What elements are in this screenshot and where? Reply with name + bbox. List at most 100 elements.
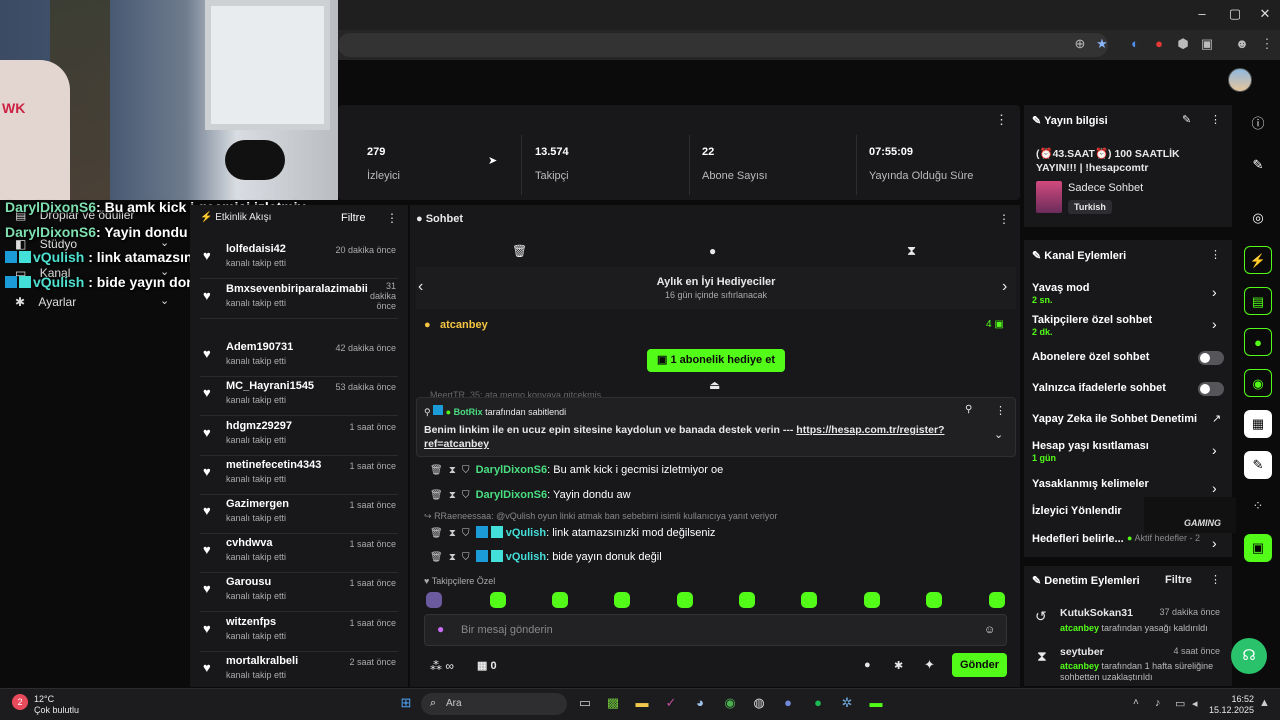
- minecraft-icon[interactable]: ▩: [603, 695, 623, 713]
- bolt-icon[interactable]: ⚡: [1244, 246, 1272, 274]
- info-icon[interactable]: ⓘ: [1244, 110, 1272, 138]
- message-icon[interactable]: ●: [709, 244, 716, 258]
- emote-icon[interactable]: [864, 592, 880, 608]
- channel-action-label[interactable]: Hesap yaşı kısıtlaması: [1032, 440, 1149, 452]
- reply-context[interactable]: ↪ RRaeneessaa: @vQulish oyun linki atmak…: [424, 511, 777, 522]
- more-icon[interactable]: ⋮: [998, 212, 1010, 226]
- follower-name[interactable]: witzenfps: [226, 616, 276, 628]
- clock-time[interactable]: 16:52: [1210, 694, 1254, 704]
- close-window-button[interactable]: ✕: [1253, 6, 1277, 22]
- chat-username[interactable]: vQulish: [506, 551, 546, 563]
- channel-action-label[interactable]: Hedefleri belirle...: [1032, 533, 1124, 545]
- channel-action-label[interactable]: Takipçilere özel sohbet: [1032, 314, 1152, 326]
- app-icon[interactable]: ✓: [661, 695, 681, 713]
- channel-action-label[interactable]: İzleyici Yönlendir: [1032, 505, 1122, 517]
- browser-menu-icon[interactable]: ⋮: [1258, 35, 1276, 53]
- microphone-icon[interactable]: ●: [437, 622, 444, 636]
- gift-sub-button[interactable]: ▣ 1 abonelik hediye et: [647, 349, 785, 372]
- emoji-icon[interactable]: ☺: [984, 624, 995, 636]
- microphone-icon[interactable]: ♪: [1155, 697, 1161, 709]
- store-count[interactable]: ▦ 0: [477, 659, 497, 672]
- emote-icon[interactable]: [739, 592, 755, 608]
- record-icon[interactable]: ●: [1150, 35, 1168, 53]
- address-bar[interactable]: [338, 33, 1108, 57]
- wrench-icon[interactable]: ✎: [1244, 451, 1272, 479]
- chat-username[interactable]: vQulish: [506, 527, 546, 539]
- broadcast-icon[interactable]: ◉: [1244, 369, 1272, 397]
- emote-icon[interactable]: [801, 592, 817, 608]
- follower-name[interactable]: hdgmz29297: [226, 420, 292, 432]
- chevron-right-icon[interactable]: ›: [1212, 316, 1217, 332]
- taskbar-search[interactable]: [421, 693, 567, 715]
- chevron-down-icon[interactable]: ⌄: [994, 428, 1003, 441]
- puzzle-icon[interactable]: ✦: [924, 657, 935, 673]
- follower-name[interactable]: MC_Hayrani1545: [226, 380, 314, 392]
- moderation-filter-button[interactable]: Filtre: [1165, 574, 1192, 586]
- volume-icon[interactable]: ◂: [1192, 697, 1198, 710]
- edit-icon[interactable]: ✎: [1244, 151, 1272, 179]
- toggle-switch[interactable]: [1198, 382, 1224, 396]
- follower-name[interactable]: cvhdwva: [226, 537, 272, 549]
- puzzle-icon[interactable]: ▣: [1198, 35, 1216, 53]
- follower-name[interactable]: Garousu: [226, 576, 271, 588]
- emote-icon[interactable]: [614, 592, 630, 608]
- top-gifter-name[interactable]: atcanbey: [440, 319, 488, 331]
- clock-date[interactable]: 15.12.2025: [1200, 705, 1254, 715]
- more-icon[interactable]: ⋮: [1210, 113, 1221, 126]
- mod-user[interactable]: seytuber: [1060, 646, 1104, 658]
- profile-icon[interactable]: ☻: [1233, 35, 1251, 53]
- chat-bubble-icon[interactable]: ●: [864, 659, 871, 671]
- more-icon[interactable]: ⋮: [1210, 573, 1221, 586]
- follower-name[interactable]: Adem190731: [226, 341, 293, 353]
- notification-icon[interactable]: ▲: [1259, 697, 1270, 709]
- maximize-button[interactable]: ▢: [1223, 6, 1247, 22]
- zoom-icon[interactable]: ⊕: [1071, 35, 1089, 53]
- hourglass-icon[interactable]: ⧗: [907, 243, 916, 259]
- nav-item-settings[interactable]: ✱ Ayarlar: [15, 295, 76, 309]
- kick-icon[interactable]: ▬: [866, 695, 886, 713]
- chat-username[interactable]: DarylDixonS6: [476, 489, 548, 501]
- mod-user[interactable]: KutukSokan31: [1060, 607, 1133, 619]
- discord-icon[interactable]: ●: [778, 695, 798, 713]
- emote-icon[interactable]: [552, 592, 568, 608]
- category-name[interactable]: Sadece Sohbet: [1068, 182, 1143, 194]
- external-link-icon[interactable]: ↗: [1212, 412, 1221, 425]
- channel-action-label[interactable]: Abonelere özel sohbet: [1032, 351, 1149, 363]
- bookmark-star-icon[interactable]: ★: [1093, 35, 1111, 53]
- document-icon[interactable]: ▤: [1244, 287, 1272, 315]
- chevron-right-icon[interactable]: ›: [1002, 278, 1007, 296]
- category-thumbnail[interactable]: [1036, 181, 1062, 213]
- task-view-icon[interactable]: ▭: [575, 695, 595, 713]
- weather-temp[interactable]: 12°C: [34, 694, 54, 704]
- emote-icon[interactable]: [490, 592, 506, 608]
- gear-icon[interactable]: ✱: [894, 659, 903, 672]
- follower-name[interactable]: Gazimergen: [226, 498, 289, 510]
- toggle-switch[interactable]: [1198, 351, 1224, 365]
- minimize-button[interactable]: –: [1190, 6, 1214, 21]
- user-avatar[interactable]: [1228, 68, 1252, 92]
- emote-icon[interactable]: [677, 592, 693, 608]
- support-icon[interactable]: ☊: [1231, 638, 1267, 674]
- chevron-right-icon[interactable]: ›: [1212, 480, 1217, 496]
- chrome-icon[interactable]: ◉: [720, 695, 740, 713]
- more-icon[interactable]: ⋮: [386, 211, 398, 225]
- points-icon[interactable]: ⁂ ∞: [430, 659, 454, 673]
- chevron-right-icon[interactable]: ›: [1212, 442, 1217, 458]
- chevron-right-icon[interactable]: ›: [1212, 535, 1217, 551]
- app-icon[interactable]: ✲: [837, 695, 857, 713]
- more-icon[interactable]: ⋮: [995, 404, 1006, 417]
- people-icon[interactable]: ⁘: [1244, 492, 1272, 520]
- emote-icon[interactable]: [426, 592, 442, 608]
- activity-filter-button[interactable]: Filtre: [341, 212, 365, 224]
- trash-icon[interactable]: 🗑: [512, 244, 527, 258]
- chat-icon[interactable]: ●: [1244, 328, 1272, 356]
- follower-name[interactable]: mortalkralbeli: [226, 655, 298, 667]
- chevron-right-icon[interactable]: ›: [1212, 284, 1217, 300]
- network-icon[interactable]: ▭: [1175, 697, 1185, 710]
- pin-icon[interactable]: ⚲: [965, 404, 972, 415]
- translate-icon[interactable]: ◐: [1126, 35, 1144, 53]
- archive-icon[interactable]: ▦: [1244, 410, 1272, 438]
- tray-chevron-icon[interactable]: ˄: [1133, 697, 1139, 708]
- channel-action-label[interactable]: Yasaklanmış kelimeler: [1032, 478, 1149, 490]
- emote-icon[interactable]: [926, 592, 942, 608]
